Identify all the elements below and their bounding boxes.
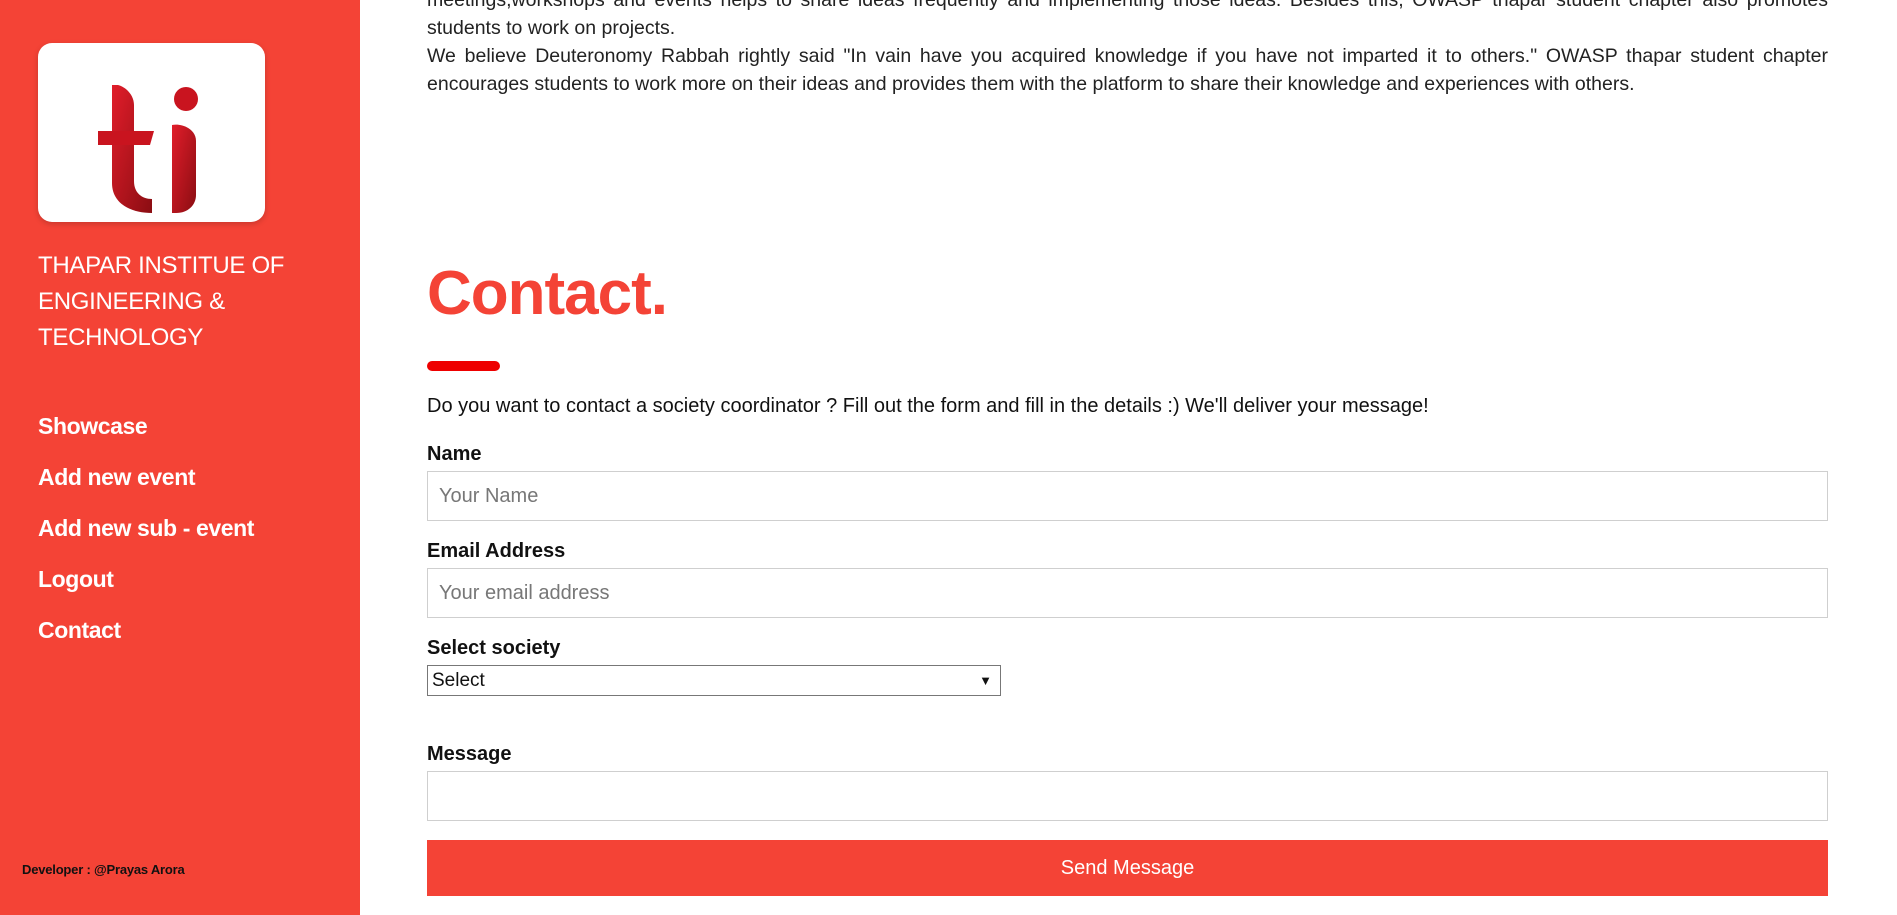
society-select[interactable]: Select ▼ (427, 665, 1001, 696)
sidebar-item-showcase[interactable]: Showcase (38, 406, 254, 457)
ti-logo-icon (98, 85, 198, 213)
message-label: Message (427, 743, 512, 765)
about-paragraph-1: meetings,workshops and events helps to s… (427, 0, 1828, 39)
email-input[interactable] (427, 568, 1828, 618)
about-paragraph-2: We believe Deuteronomy Rabbah rightly sa… (427, 45, 1828, 95)
send-message-button[interactable]: Send Message (427, 840, 1828, 896)
sidebar: THAPAR INSTITUE OF ENGINEERING & TECHNOL… (0, 0, 360, 915)
institute-logo (38, 43, 265, 222)
sidebar-item-logout[interactable]: Logout (38, 559, 254, 610)
name-input[interactable] (427, 471, 1828, 521)
message-input[interactable] (427, 771, 1828, 821)
heading-underline (427, 361, 500, 371)
society-selected-value: Select (432, 670, 485, 691)
developer-credit: Developer : @Prayas Arora (22, 862, 185, 877)
sidebar-nav: Showcase Add new event Add new sub - eve… (38, 406, 254, 661)
sidebar-item-add-new-event[interactable]: Add new event (38, 457, 254, 508)
name-label: Name (427, 443, 482, 465)
society-label: Select society (427, 637, 561, 659)
contact-heading: Contact. (427, 259, 668, 328)
email-label: Email Address (427, 540, 566, 562)
dropdown-arrow-icon: ▼ (979, 673, 992, 688)
about-text: meetings,workshops and events helps to s… (427, 0, 1828, 98)
institute-name: THAPAR INSTITUE OF ENGINEERING & TECHNOL… (38, 252, 285, 351)
sidebar-item-contact[interactable]: Contact (38, 610, 254, 661)
contact-description: Do you want to contact a society coordin… (427, 395, 1429, 417)
sidebar-item-add-new-sub-event[interactable]: Add new sub - event (38, 508, 254, 559)
